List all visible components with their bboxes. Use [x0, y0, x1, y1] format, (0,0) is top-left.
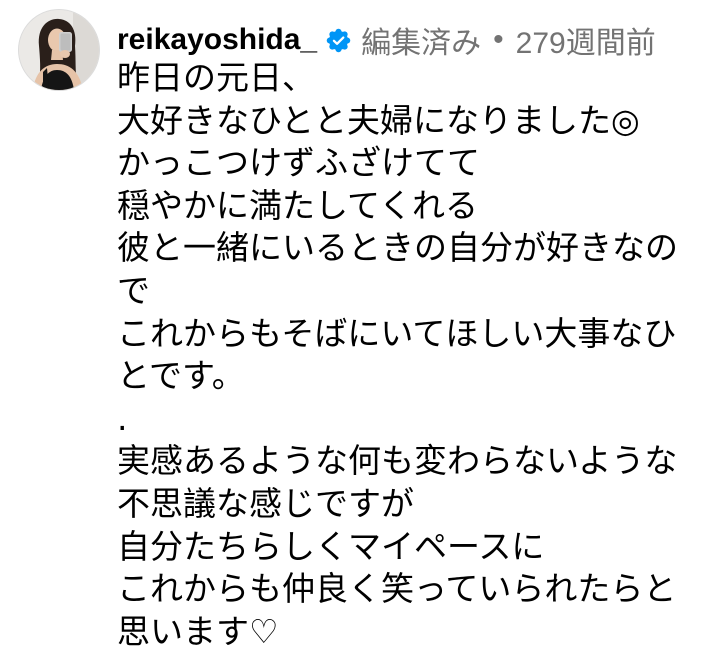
- caption-line: 自分たちらしくマイペースに: [117, 526, 545, 566]
- caption-line: これからも仲良く笑っていられたらと: [117, 569, 677, 609]
- caption-line: 穏やかに満たしてくれる: [117, 185, 479, 225]
- caption-line: 実感あるような何も変わらないような: [117, 441, 678, 481]
- post-meta: 編集済み • 279週間前: [361, 18, 656, 62]
- edited-label: 編集済み: [361, 27, 482, 60]
- caption-line: 昨日の元日、: [117, 58, 315, 97]
- avatar[interactable]: [19, 10, 99, 90]
- caption-line: これからもそばにいてほしい大事なひ: [117, 313, 677, 353]
- post-caption: 昨日の元日、 大好きなひとと夫婦になりました◎ かっこつけずふざけてて 穏やかに…: [117, 57, 678, 653]
- verified-badge-icon: [326, 28, 351, 53]
- caption-line: で: [117, 270, 150, 310]
- avatar-photo: [19, 10, 99, 90]
- caption-line: 大好きなひとと夫婦になりました◎: [117, 100, 640, 140]
- caption-line: とです。: [117, 356, 245, 396]
- caption-line: 彼と一緒にいるときの自分が好きなの: [117, 228, 678, 268]
- caption-line: .: [117, 398, 128, 438]
- caption-line: 思います♡: [117, 611, 279, 651]
- post-header: reikayoshida_ 編集済み • 279週間前: [117, 18, 656, 62]
- timestamp-link[interactable]: 279週間前: [516, 18, 656, 62]
- username-link[interactable]: reikayoshida_: [117, 23, 317, 57]
- caption-line: 不思議な感じですが: [117, 483, 414, 523]
- meta-separator: •: [493, 23, 504, 56]
- caption-line: かっこつけずふざけてて: [117, 143, 480, 183]
